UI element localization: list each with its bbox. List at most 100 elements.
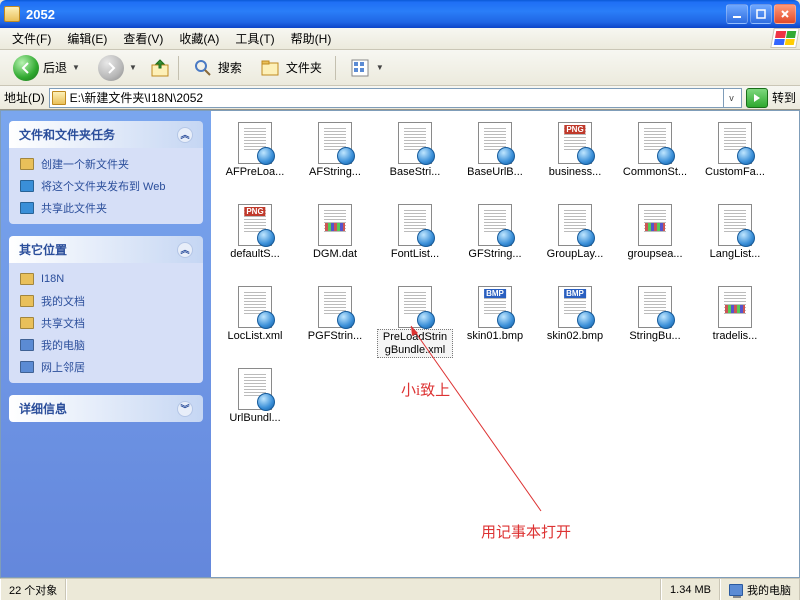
menu-item[interactable]: 帮助(H) [283,28,340,49]
forward-button[interactable]: ▼ [91,51,144,85]
file-label: BaseUrlB... [465,165,525,180]
back-button[interactable]: 后退 ▼ [6,51,87,85]
file-item[interactable]: BMPskin01.bmp [455,283,535,365]
task-label: 创建一个新文件夹 [41,156,129,172]
file-item[interactable]: PNGdefaultS... [215,201,295,283]
tasks-panel-header[interactable]: 文件和文件夹任务 ︽ [9,121,203,148]
places-title: 其它位置 [19,241,67,258]
xml-file-icon [395,285,435,329]
file-item[interactable]: DGM.dat [295,201,375,283]
place-item[interactable]: 我的文档 [19,293,193,309]
task-label: 共享文档 [41,315,85,331]
xml-file-icon [635,285,675,329]
folders-button[interactable]: 文件夹 [253,53,329,83]
place-item[interactable]: 我的电脑 [19,337,193,353]
file-item[interactable]: PreLoadStringBundle.xml [375,283,455,365]
menu-item[interactable]: 编辑(E) [59,28,115,49]
file-item[interactable]: CustomFa... [695,119,775,201]
file-item[interactable]: AFString... [295,119,375,201]
chevron-down-icon: ▼ [129,63,137,72]
place-item[interactable]: I18N [19,271,193,287]
window-title: 2052 [26,7,726,22]
close-button[interactable] [774,4,796,24]
views-button[interactable]: ▼ [342,53,391,83]
file-item[interactable]: CommonSt... [615,119,695,201]
file-label: CommonSt... [621,165,689,180]
file-label: CustomFa... [703,165,767,180]
file-item[interactable]: PNGbusiness... [535,119,615,201]
file-item[interactable]: BaseUrlB... [455,119,535,201]
png-file-icon: PNG [235,203,275,247]
menu-item[interactable]: 查看(V) [115,28,171,49]
file-view[interactable]: AFPreLoa...AFString...BaseStri... BaseUrl… [211,111,799,577]
windows-flag-icon [770,28,800,48]
back-icon [13,55,39,81]
file-item[interactable]: LangList... [695,201,775,283]
annotation-text: 小i致上 [401,379,450,400]
details-panel-header[interactable]: 详细信息 ︾ [9,395,203,422]
task-item[interactable]: 共享此文件夹 [19,200,193,216]
search-icon [192,57,214,79]
status-count: 22 个对象 [0,579,66,600]
xml-file-icon [315,121,355,165]
task-icon [19,271,35,287]
xml-file-icon [715,121,755,165]
place-item[interactable]: 网上邻居 [19,359,193,375]
up-button[interactable] [148,56,172,80]
status-zone: 我的电脑 [720,579,800,600]
search-label: 搜索 [218,59,242,76]
file-item[interactable]: GroupLay... [535,201,615,283]
file-label: LangList... [708,247,763,262]
minimize-button[interactable] [726,4,748,24]
file-item[interactable]: AFPreLoa... [215,119,295,201]
file-label: skin01.bmp [465,329,525,344]
status-zone-label: 我的电脑 [747,582,791,598]
address-input[interactable]: E:\新建文件夹\I18N\2052 v [49,88,742,108]
tasks-panel: 文件和文件夹任务 ︽ 创建一个新文件夹将这个文件夹发布到 Web 共享此文件夹 [9,121,203,224]
titlebar: 2052 [0,0,800,28]
file-item[interactable]: StringBu... [615,283,695,365]
task-icon [19,178,35,194]
file-item[interactable]: tradelis... [695,283,775,365]
annotation-text: 用记事本打开 [481,521,571,542]
file-item[interactable]: GFString... [455,201,535,283]
file-item[interactable]: PGFStrin... [295,283,375,365]
address-dropdown[interactable]: v [723,88,739,108]
xml-file-icon [395,121,435,165]
task-label: 共享此文件夹 [41,200,107,216]
file-item[interactable]: BMPskin02.bmp [535,283,615,365]
file-item[interactable]: LocList.xml [215,283,295,365]
tasks-title: 文件和文件夹任务 [19,126,115,143]
task-item[interactable]: 创建一个新文件夹 [19,156,193,172]
menu-item[interactable]: 文件(F) [4,28,59,49]
menu-item[interactable]: 收藏(A) [171,28,227,49]
dat-file-icon [315,203,355,247]
xml-file-icon [235,121,275,165]
file-label: LocList.xml [225,329,284,344]
details-panel: 详细信息 ︾ [9,395,203,422]
go-button[interactable] [746,88,768,108]
file-item[interactable]: UrlBundl... [215,365,295,447]
file-item[interactable]: BaseStri... [375,119,455,201]
place-item[interactable]: 共享文档 [19,315,193,331]
chevron-down-icon: ▼ [376,63,384,72]
file-label: DGM.dat [311,247,359,262]
task-item[interactable]: 将这个文件夹发布到 Web [19,178,193,194]
menu-item[interactable]: 工具(T) [227,28,282,49]
folder-icon [52,91,66,105]
file-label: PreLoadStringBundle.xml [377,329,453,358]
chevron-down-icon: ︾ [177,401,193,417]
file-item[interactable]: FontList... [375,201,455,283]
search-button[interactable]: 搜索 [185,53,249,83]
maximize-button[interactable] [750,4,772,24]
bmp-file-icon: BMP [475,285,515,329]
task-label: 我的电脑 [41,337,85,353]
dat-file-icon [635,203,675,247]
places-panel-header[interactable]: 其它位置 ︽ [9,236,203,263]
file-label: StringBu... [627,329,682,344]
file-item[interactable]: groupsea... [615,201,695,283]
task-icon [19,200,35,216]
dat-file-icon [715,285,755,329]
statusbar: 22 个对象 1.34 MB 我的电脑 [0,578,800,600]
file-label: business... [547,165,604,180]
